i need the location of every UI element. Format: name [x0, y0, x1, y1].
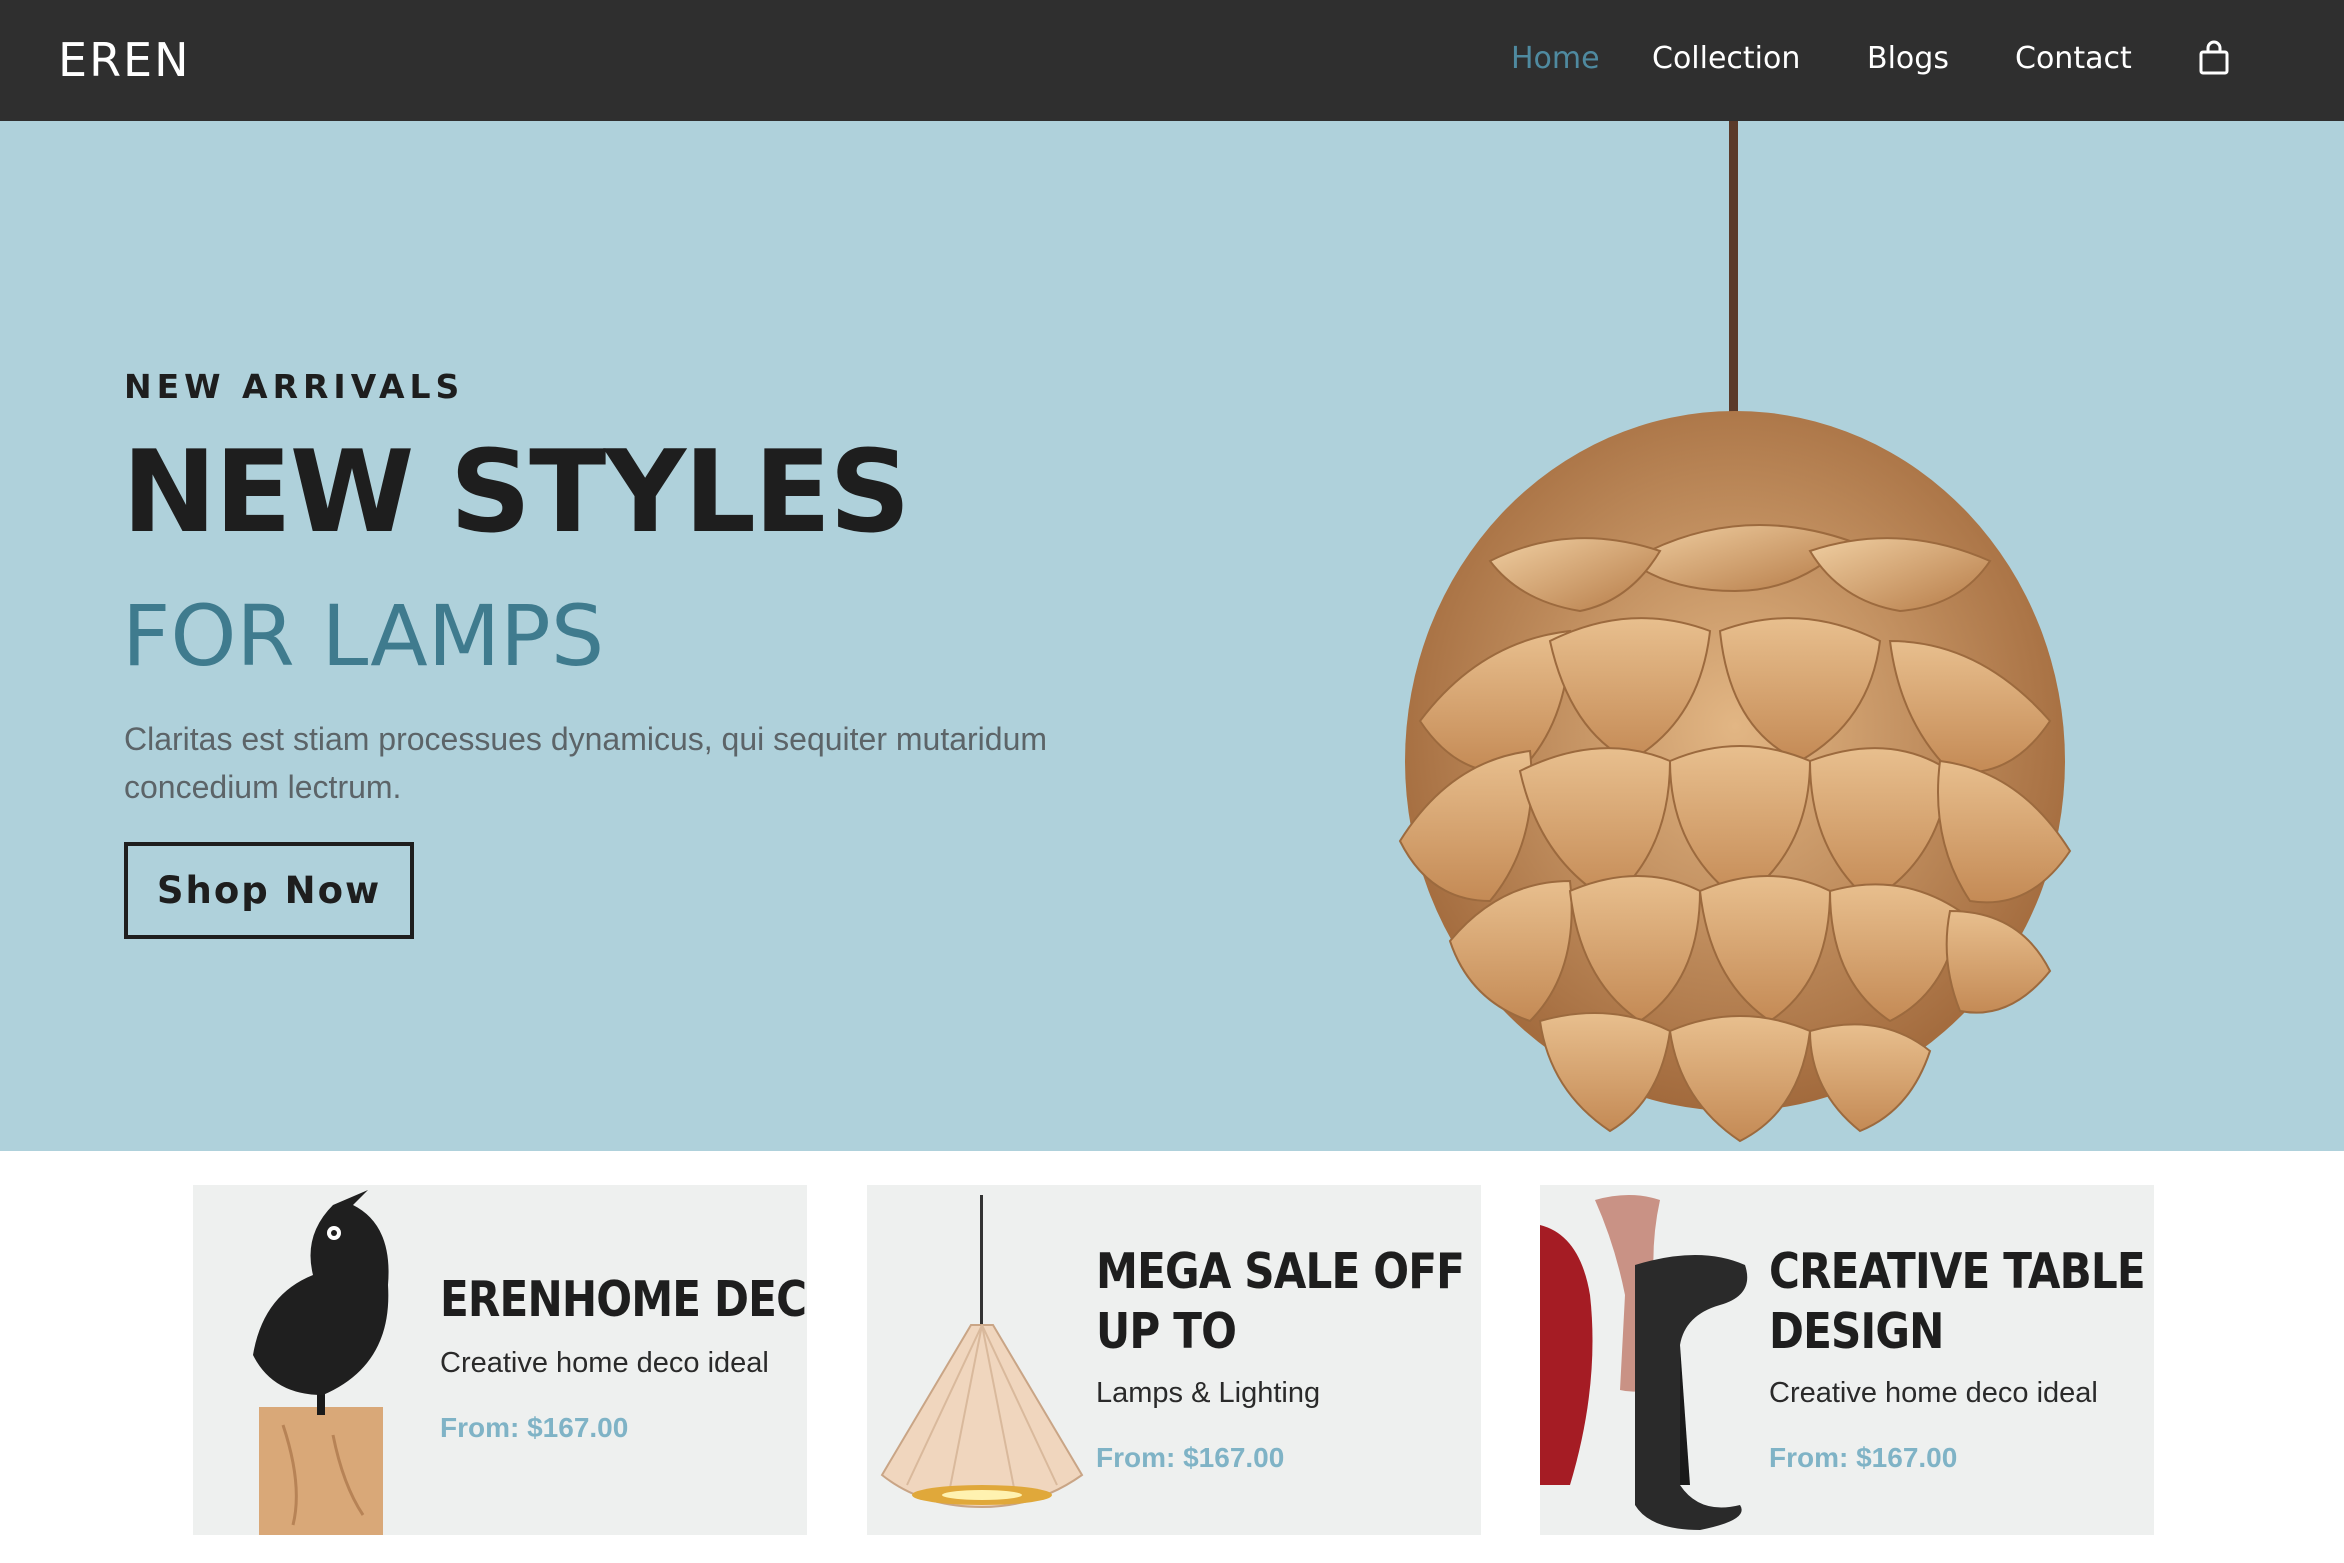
hero-description: Claritas est stiam processues dynamicus,…: [124, 721, 1048, 805]
promo-card-creative-table[interactable]: CREATIVE TABLE DESIGN Creative home deco…: [1540, 1185, 2154, 1535]
card-title: CREATIVE TABLE DESIGN: [1769, 1242, 2146, 1362]
card-price: From: $167.00: [1769, 1442, 1958, 1473]
hero-title: NEW STYLES: [122, 426, 911, 558]
card-title: MEGA SALE OFF UP TO: [1096, 1242, 1465, 1362]
pendant-lamp-image: [880, 1195, 1084, 1509]
card-title-line-1: CREATIVE TABLE: [1769, 1243, 2146, 1300]
pinecone-lamp-image: [1398, 121, 2072, 1143]
hero-banner: NEW ARRIVALS NEW STYLES FOR LAMPS Clarit…: [0, 121, 2344, 1151]
card-subtitle: Creative home deco ideal: [440, 1347, 769, 1379]
promo-card-erenhome-deco[interactable]: ERENHOME DECO Creative home deco ideal F…: [193, 1185, 807, 1535]
card-subtitle: Creative home deco ideal: [1769, 1377, 2098, 1409]
card-title-line-2: UP TO: [1096, 1303, 1237, 1360]
card-title-line-1: MEGA SALE OFF: [1096, 1243, 1465, 1300]
site-logo[interactable]: EREN: [58, 30, 191, 90]
card-title-line-2: DESIGN: [1769, 1303, 1944, 1360]
bird-figurine-image: [253, 1190, 389, 1535]
nav-collection[interactable]: Collection: [1652, 36, 1800, 82]
nav-contact[interactable]: Contact: [2015, 36, 2132, 82]
shop-now-button[interactable]: Shop Now: [124, 842, 414, 939]
site-header: EREN Home Collection Blogs Contact: [0, 0, 2344, 121]
promo-card-mega-sale[interactable]: MEGA SALE OFF UP TO Lamps & Lighting Fro…: [867, 1185, 1481, 1535]
card-price: From: $167.00: [1096, 1442, 1285, 1473]
side-tables-image: [1540, 1195, 1748, 1530]
hero-kicker: NEW ARRIVALS: [124, 367, 465, 406]
card-price: From: $167.00: [440, 1412, 629, 1443]
hero-subtitle: FOR LAMPS: [122, 587, 605, 685]
card-subtitle: Lamps & Lighting: [1096, 1377, 1321, 1409]
nav-blogs[interactable]: Blogs: [1867, 36, 1949, 82]
nav-home[interactable]: Home: [1511, 36, 1600, 82]
shopping-bag-icon[interactable]: [2197, 40, 2231, 76]
card-title: ERENHOME DECO: [440, 1271, 807, 1328]
